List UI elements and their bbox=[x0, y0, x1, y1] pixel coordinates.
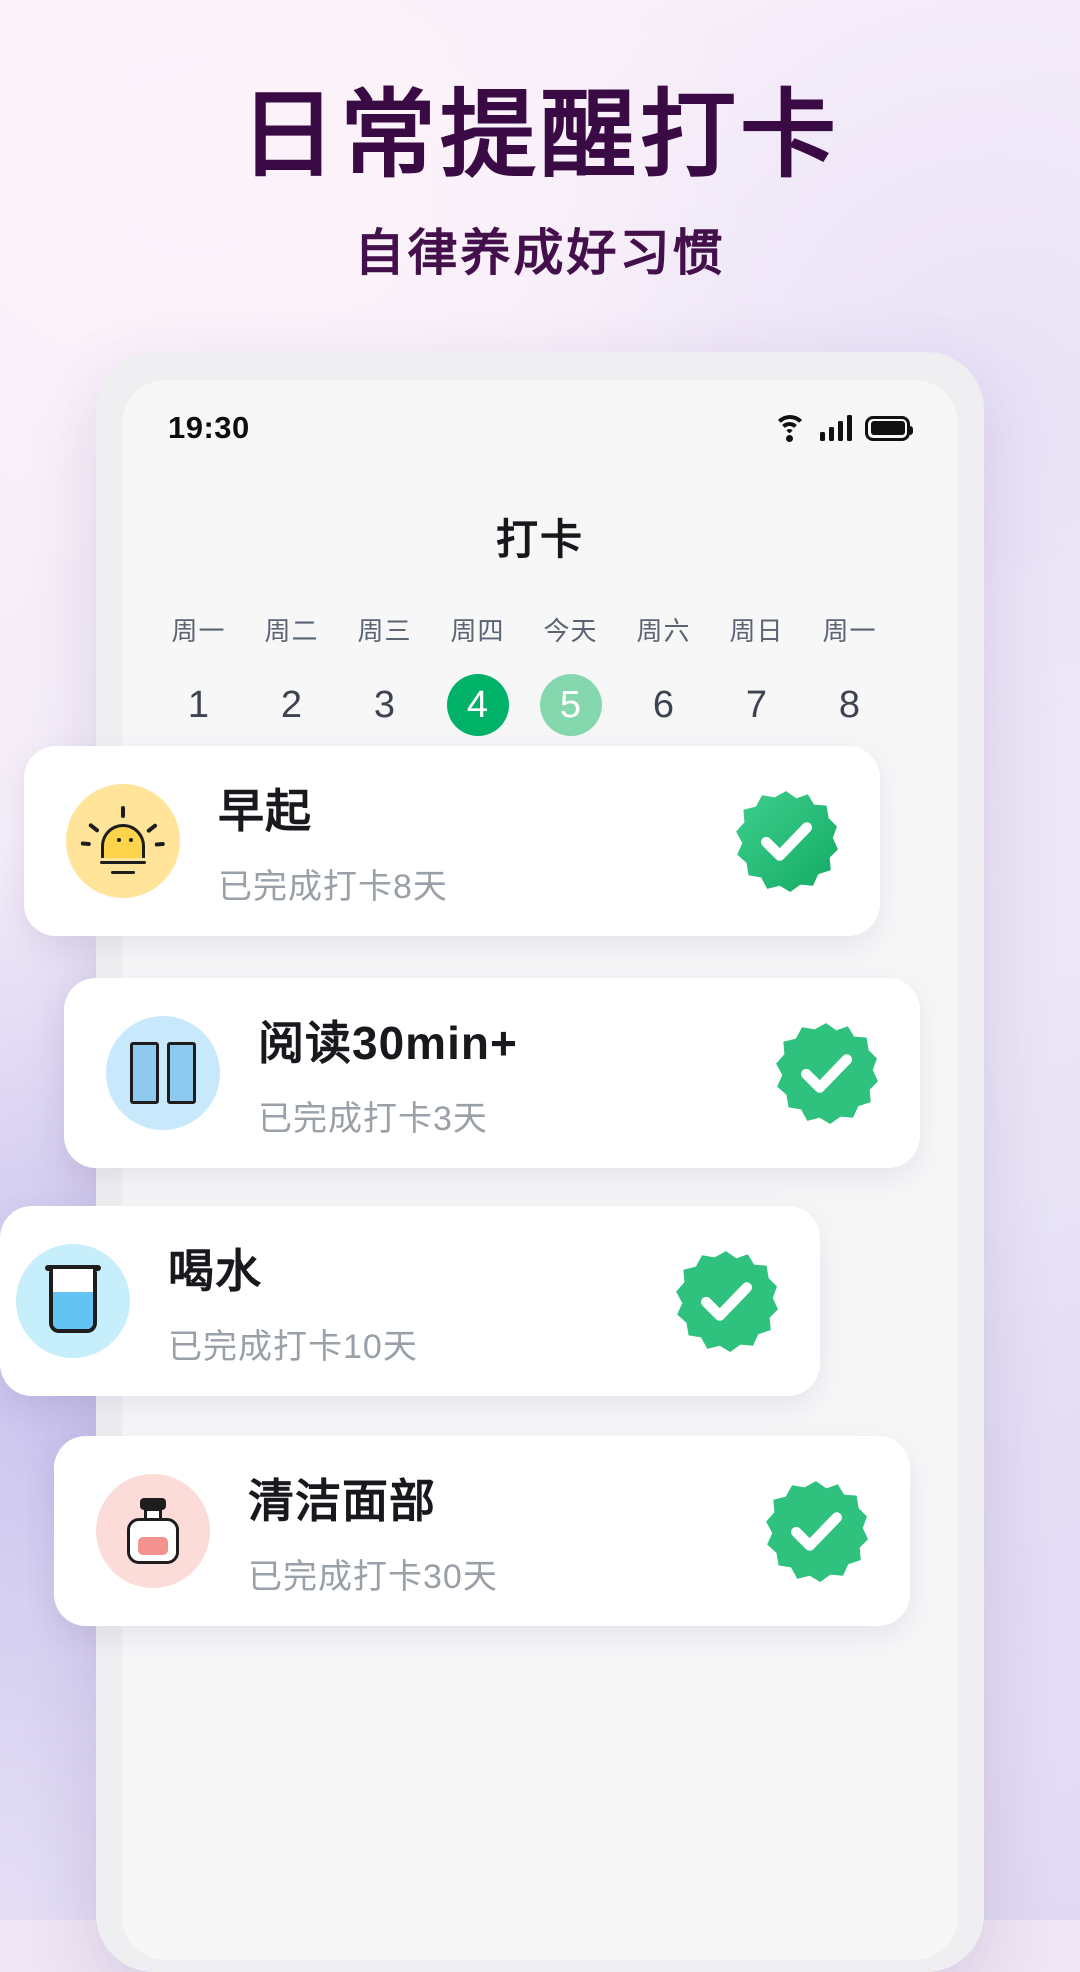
water-glass-icon bbox=[45, 1265, 101, 1333]
habit-title: 早起 bbox=[218, 784, 312, 837]
calendar-day-num-wrap: 8 bbox=[803, 674, 896, 736]
open-book-icon bbox=[130, 1042, 196, 1104]
calendar-day-number[interactable]: 8 bbox=[819, 674, 881, 736]
habit-subtitle: 已完成打卡8天 bbox=[218, 867, 448, 906]
calendar-day-5[interactable]: 周六 6 bbox=[617, 611, 710, 736]
check-badge-icon[interactable] bbox=[734, 789, 838, 893]
calendar-day-0[interactable]: 周一 1 bbox=[152, 611, 245, 736]
calendar-day-num-wrap: 6 bbox=[617, 674, 710, 736]
habit-subtitle: 已完成打卡3天 bbox=[258, 1099, 488, 1138]
habit-icon-wrap bbox=[106, 1016, 220, 1130]
wifi-icon bbox=[772, 415, 807, 442]
calendar-day-number[interactable]: 3 bbox=[354, 674, 416, 736]
status-bar-icons bbox=[772, 415, 913, 442]
habit-card-drink-water[interactable]: 喝水 已完成打卡10天 bbox=[0, 1206, 820, 1396]
calendar-day-name: 周一 bbox=[822, 616, 877, 646]
phone-screen: 19:30 打卡 周一 1 周二 2 周三 3 周四 4 今天 5 周六 6 周… bbox=[122, 380, 958, 1960]
calendar-day-num-wrap: 1 bbox=[152, 674, 245, 736]
calendar-day-num-wrap: 5 bbox=[524, 674, 617, 736]
promo-subtitle: 自律养成好习惯 bbox=[354, 224, 726, 281]
calendar-day-num-wrap: 7 bbox=[710, 674, 803, 736]
cleanser-bottle-icon bbox=[127, 1498, 179, 1564]
calendar-day-number-today[interactable]: 5 bbox=[539, 674, 602, 736]
status-bar: 19:30 bbox=[122, 380, 958, 454]
habit-card-reading[interactable]: 阅读30min+ 已完成打卡3天 bbox=[64, 978, 920, 1168]
check-badge-icon[interactable] bbox=[774, 1021, 878, 1125]
habit-icon-wrap bbox=[66, 784, 180, 898]
calendar-day-4[interactable]: 今天 5 bbox=[524, 611, 617, 736]
calendar-day-number[interactable]: 2 bbox=[261, 674, 323, 736]
battery-icon bbox=[865, 415, 913, 441]
promo-headline-block: 日常提醒打卡 自律养成好习惯 bbox=[0, 0, 1080, 285]
sunrise-icon bbox=[80, 806, 165, 876]
calendar-day-number[interactable]: 7 bbox=[726, 674, 788, 736]
habit-text: 喝水 已完成打卡10天 bbox=[130, 1235, 674, 1368]
calendar-day-number-selected[interactable]: 4 bbox=[446, 674, 509, 736]
habit-text: 阅读30min+ 已完成打卡3天 bbox=[220, 1007, 774, 1140]
calendar-day-name: 周三 bbox=[357, 616, 412, 646]
calendar-day-name: 周一 bbox=[171, 616, 226, 646]
habit-title: 清洁面部 bbox=[248, 1474, 436, 1527]
cellular-signal-icon bbox=[819, 415, 852, 441]
week-calendar-strip[interactable]: 周一 1 周二 2 周三 3 周四 4 今天 5 周六 6 周日 7 周一 8 bbox=[122, 611, 958, 736]
calendar-day-num-wrap: 4 bbox=[431, 674, 524, 736]
habit-icon-wrap bbox=[96, 1474, 210, 1588]
calendar-day-num-wrap: 3 bbox=[338, 674, 431, 736]
calendar-day-number[interactable]: 1 bbox=[168, 674, 230, 736]
calendar-day-name: 周日 bbox=[729, 616, 784, 646]
calendar-day-2[interactable]: 周三 3 bbox=[338, 611, 431, 736]
check-badge-icon[interactable] bbox=[674, 1249, 778, 1353]
habit-card-face-cleansing[interactable]: 清洁面部 已完成打卡30天 bbox=[54, 1436, 910, 1626]
habit-title: 阅读30min+ bbox=[258, 1016, 518, 1069]
page-title: 打卡 bbox=[495, 516, 584, 563]
calendar-day-name: 周六 bbox=[636, 616, 691, 646]
check-badge-icon[interactable] bbox=[764, 1479, 868, 1583]
calendar-day-6[interactable]: 周日 7 bbox=[710, 611, 803, 736]
habit-card-early-rise[interactable]: 早起 已完成打卡8天 bbox=[24, 746, 880, 936]
habit-icon-wrap bbox=[16, 1244, 130, 1358]
calendar-day-3[interactable]: 周四 4 bbox=[431, 611, 524, 736]
habit-title: 喝水 bbox=[168, 1244, 262, 1297]
calendar-day-7[interactable]: 周一 8 bbox=[803, 611, 896, 736]
calendar-day-name: 周二 bbox=[264, 616, 319, 646]
calendar-day-name: 今天 bbox=[543, 616, 598, 646]
habit-subtitle: 已完成打卡10天 bbox=[168, 1327, 418, 1366]
habit-text: 早起 已完成打卡8天 bbox=[180, 775, 734, 908]
status-bar-time: 19:30 bbox=[168, 410, 250, 445]
habit-subtitle: 已完成打卡30天 bbox=[248, 1557, 498, 1596]
calendar-day-name: 周四 bbox=[450, 616, 505, 646]
promo-title: 日常提醒打卡 bbox=[240, 82, 840, 189]
calendar-day-number[interactable]: 6 bbox=[633, 674, 695, 736]
calendar-day-1[interactable]: 周二 2 bbox=[245, 611, 338, 736]
calendar-day-num-wrap: 2 bbox=[245, 674, 338, 736]
habit-text: 清洁面部 已完成打卡30天 bbox=[210, 1465, 764, 1598]
